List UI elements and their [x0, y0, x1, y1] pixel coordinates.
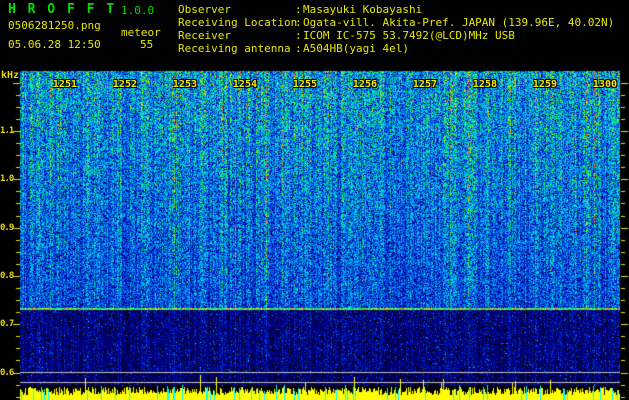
station-info-row: Receiving antenna:A504HB(yagi 4el) [178, 42, 614, 55]
info-colon: : [295, 3, 302, 16]
info-value: Masayuki Kobayashi [303, 3, 423, 16]
info-label: Receiver [178, 29, 231, 42]
station-info-row: Receiving Location:Ogata-vill. Akita-Pre… [178, 16, 614, 29]
frequency-tick-label: 0.6 [0, 368, 14, 378]
capture-filename: 0506281250.png [8, 19, 101, 32]
info-label: Observer [178, 3, 231, 16]
frequency-tick-label: 0.9 [0, 223, 14, 233]
info-colon: : [295, 16, 302, 29]
time-tick-label: 1257 [412, 79, 437, 90]
info-value: A504HB(yagi 4el) [303, 42, 409, 55]
hrofft-screen: H R O F F T 1.0.0 0506281250.png meteor … [0, 0, 629, 400]
frequency-tick-label: 1.0 [0, 174, 14, 184]
spectrogram-canvas [0, 0, 629, 400]
time-tick-label: 1251 [52, 79, 77, 90]
station-info-row: Observer:Masayuki Kobayashi [178, 3, 614, 16]
time-tick-label: 1252 [112, 79, 137, 90]
info-value: ICOM IC-575 53.7492(@LCD)MHz USB [303, 29, 515, 42]
y-axis-unit-label: kHz [1, 70, 20, 81]
info-label: Receiving antenna [178, 42, 291, 55]
time-tick-label: 1258 [472, 79, 497, 90]
time-tick-label: 1255 [292, 79, 317, 90]
time-tick-label: 1256 [352, 79, 377, 90]
time-tick-label: 1254 [232, 79, 257, 90]
app-version: 1.0.0 [121, 4, 155, 17]
info-colon: : [295, 42, 302, 55]
capture-datetime: 05.06.28 12:50 [8, 38, 101, 51]
station-info: Observer:Masayuki Kobayashi Receiving Lo… [178, 3, 614, 55]
time-tick-label: 1259 [532, 79, 557, 90]
app-title: H R O F F T [8, 2, 117, 17]
echo-count: 55 [140, 38, 154, 51]
time-tick-label: 1300 [592, 79, 617, 90]
info-colon: : [295, 29, 302, 42]
info-label: Receiving Location [178, 16, 298, 29]
station-info-row: Receiver:ICOM IC-575 53.7492(@LCD)MHz US… [178, 29, 614, 42]
frequency-tick-label: 0.7 [0, 319, 14, 329]
frequency-tick-label: 0.8 [0, 271, 14, 281]
time-tick-label: 1253 [172, 79, 197, 90]
info-value: Ogata-vill. Akita-Pref. JAPAN (139.96E, … [303, 16, 615, 29]
frequency-tick-label: 1.1 [0, 126, 14, 136]
